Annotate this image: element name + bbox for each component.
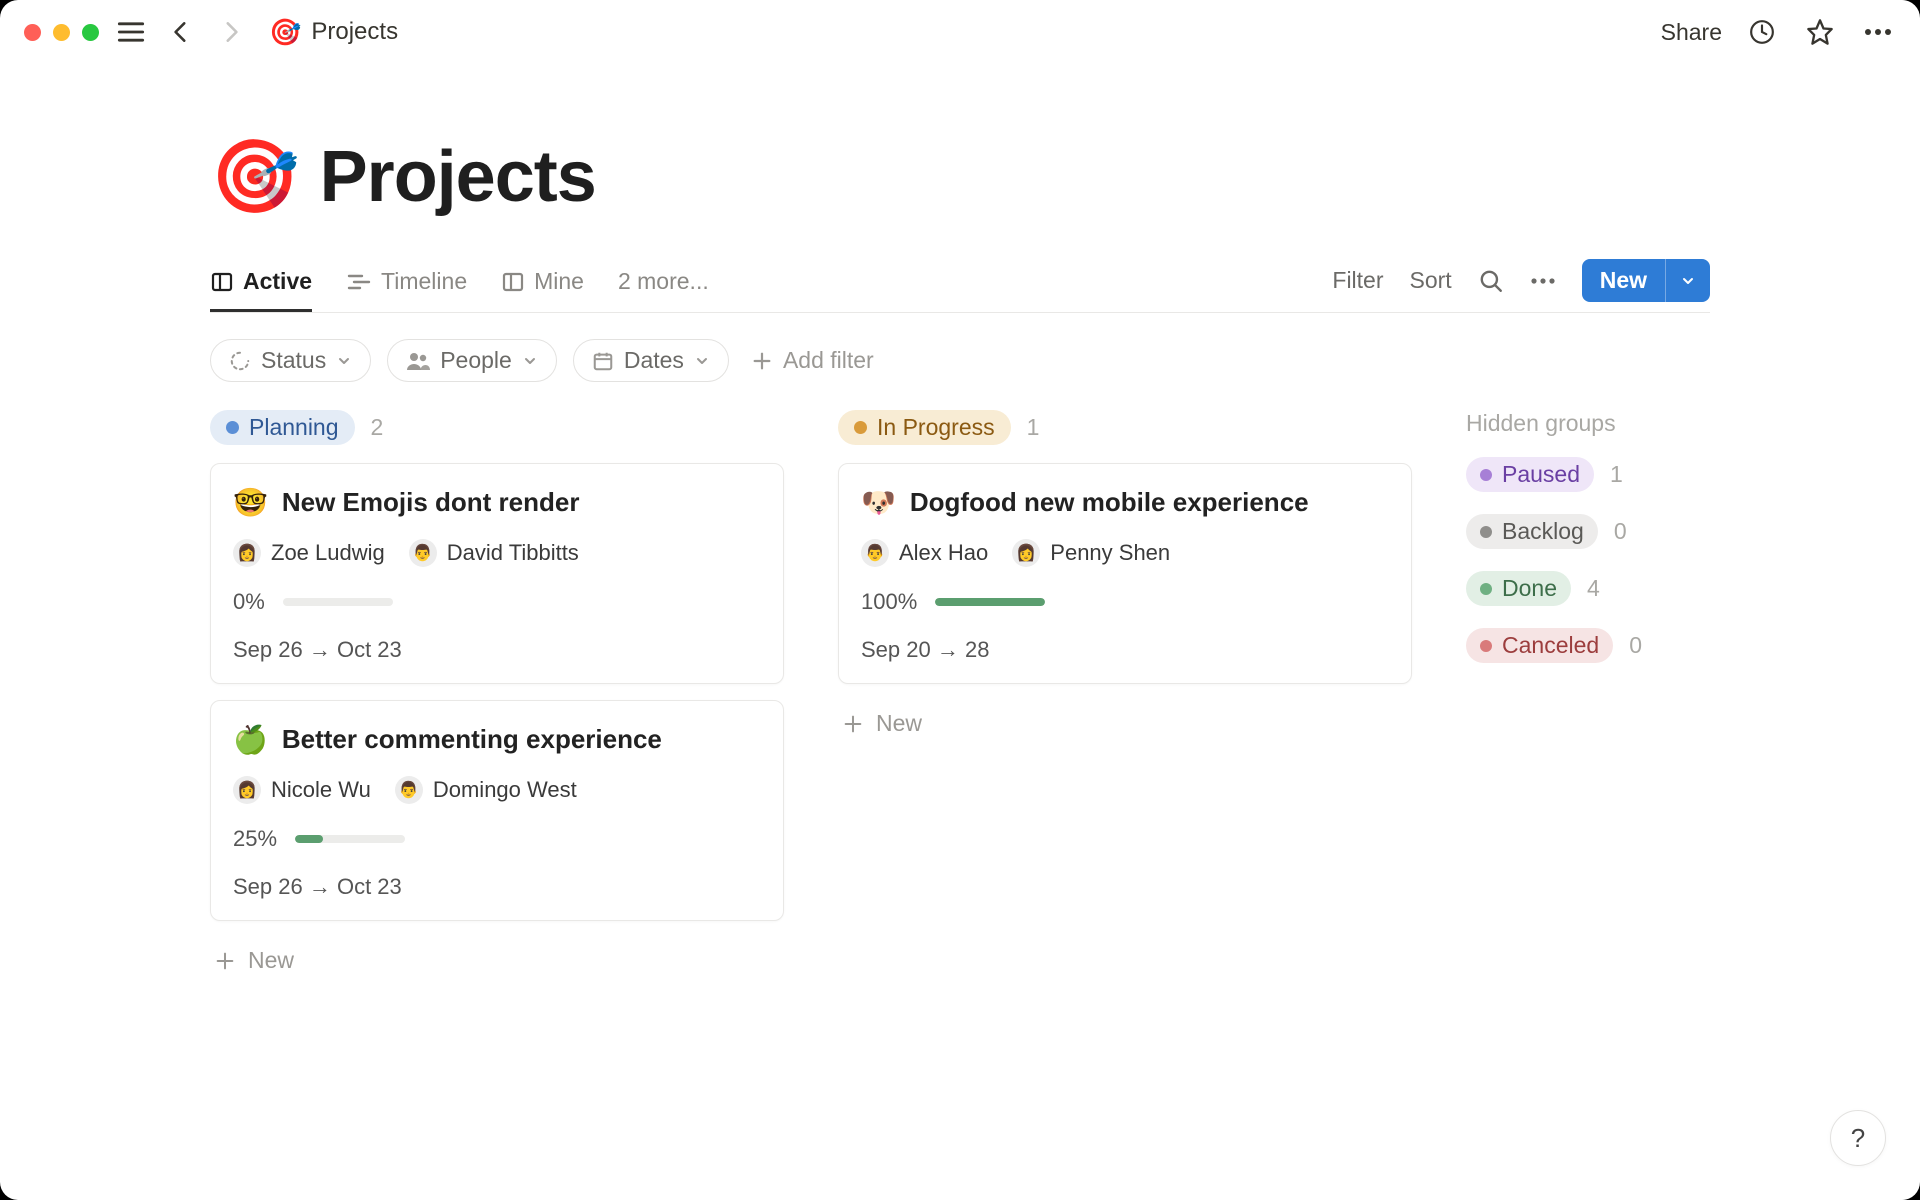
filter-chip-status[interactable]: Status <box>210 339 371 382</box>
card-title-text: Dogfood new mobile experience <box>910 487 1309 518</box>
traffic-lights <box>24 24 99 41</box>
hidden-groups: Hidden groups Paused1 Backlog0 Done4 Cancele… <box>1466 410 1706 685</box>
column-count: 2 <box>371 414 384 441</box>
hidden-group-count: 0 <box>1629 632 1642 659</box>
title-bar: 🎯 Projects Share <box>0 0 1920 64</box>
filter-button[interactable]: Filter <box>1332 267 1383 294</box>
hidden-group-item[interactable]: Done4 <box>1466 571 1706 606</box>
hidden-group-item[interactable]: Backlog0 <box>1466 514 1706 549</box>
board-card[interactable]: 🤓 New Emojis dont render 👩Zoe Ludwig 👨David… <box>210 463 784 684</box>
calendar-icon <box>592 350 614 372</box>
hidden-group-item[interactable]: Paused1 <box>1466 457 1706 492</box>
avatar: 👨 <box>395 776 423 804</box>
status-pill[interactable]: In Progress <box>838 410 1011 445</box>
avatar: 👩 <box>233 776 261 804</box>
board-column: Planning 2 🤓 New Emojis dont render 👩Zoe Lud… <box>210 410 784 984</box>
chevron-down-icon <box>522 353 538 369</box>
page-title-text[interactable]: Projects <box>320 136 596 218</box>
board-icon <box>501 270 525 294</box>
card-emoji: 🤓 <box>233 486 268 519</box>
date-range: Sep 26 → Oct 23 <box>233 637 761 663</box>
window-minimize-button[interactable] <box>53 24 70 41</box>
add-filter-label: Add filter <box>783 347 874 374</box>
share-button[interactable]: Share <box>1661 19 1722 46</box>
page-emoji[interactable]: 🎯 <box>210 134 300 219</box>
view-options-icon[interactable] <box>1530 277 1556 285</box>
board-card[interactable]: 🍏 Better commenting experience 👩Nicole Wu 👨… <box>210 700 784 921</box>
avatar: 👩 <box>1012 539 1040 567</box>
add-filter-button[interactable]: Add filter <box>751 347 874 374</box>
progress-bar <box>935 598 1045 606</box>
new-button[interactable]: New <box>1582 259 1710 302</box>
window-zoom-button[interactable] <box>82 24 99 41</box>
view-tab-timeline[interactable]: Timeline <box>346 260 467 311</box>
assignee: 👩Penny Shen <box>1012 539 1170 567</box>
card-title-text: Better commenting experience <box>282 724 662 755</box>
chevron-down-icon <box>694 353 710 369</box>
column-new-button[interactable]: New <box>838 700 1412 747</box>
breadcrumb-title: Projects <box>311 18 398 46</box>
card-title-text: New Emojis dont render <box>282 487 580 518</box>
sort-button[interactable]: Sort <box>1410 267 1452 294</box>
hidden-group-count: 4 <box>1587 575 1600 602</box>
assignee: 👩Nicole Wu <box>233 776 371 804</box>
board: Planning 2 🤓 New Emojis dont render 👩Zoe Lud… <box>210 410 1710 984</box>
page-title: 🎯 Projects <box>210 134 1710 219</box>
avatar: 👩 <box>233 539 261 567</box>
status-icon <box>229 350 251 372</box>
filters-row: Status People Dates Add filter <box>210 313 1710 410</box>
column-count: 1 <box>1027 414 1040 441</box>
back-button[interactable] <box>163 14 199 50</box>
progress-percent: 0% <box>233 589 265 615</box>
new-button-dropdown[interactable] <box>1665 259 1710 302</box>
forward-button[interactable] <box>213 14 249 50</box>
progress-percent: 100% <box>861 589 917 615</box>
breadcrumb[interactable]: 🎯 Projects <box>269 17 398 48</box>
board-column: In Progress 1 🐶 Dogfood new mobile experien… <box>838 410 1412 747</box>
views-more[interactable]: 2 more... <box>618 260 709 311</box>
favorite-icon[interactable] <box>1802 14 1838 50</box>
progress-bar <box>283 598 393 606</box>
assignee: 👩Zoe Ludwig <box>233 539 385 567</box>
progress-percent: 25% <box>233 826 277 852</box>
hidden-group-count: 1 <box>1610 461 1623 488</box>
hidden-groups-title: Hidden groups <box>1466 410 1706 437</box>
status-pill[interactable]: Planning <box>210 410 355 445</box>
views-row: Active Timeline Mine 2 more... Filter Sort… <box>210 259 1710 313</box>
assignee: 👨Domingo West <box>395 776 577 804</box>
hidden-group-count: 0 <box>1614 518 1627 545</box>
people-icon <box>406 351 430 371</box>
search-icon[interactable] <box>1478 268 1504 294</box>
breadcrumb-emoji: 🎯 <box>269 17 301 48</box>
filter-chip-people[interactable]: People <box>387 339 557 382</box>
view-tab-mine[interactable]: Mine <box>501 260 584 311</box>
date-range: Sep 26 → Oct 23 <box>233 874 761 900</box>
card-emoji: 🐶 <box>861 486 896 519</box>
avatar: 👨 <box>861 539 889 567</box>
card-emoji: 🍏 <box>233 723 268 756</box>
board-card[interactable]: 🐶 Dogfood new mobile experience 👨Alex Hao 👩… <box>838 463 1412 684</box>
timeline-icon <box>346 271 372 293</box>
view-tab-active[interactable]: Active <box>210 260 312 311</box>
column-new-button[interactable]: New <box>210 937 784 984</box>
more-icon[interactable] <box>1860 14 1896 50</box>
sidebar-toggle-icon[interactable] <box>113 14 149 50</box>
assignee: 👨Alex Hao <box>861 539 988 567</box>
window-close-button[interactable] <box>24 24 41 41</box>
updates-icon[interactable] <box>1744 14 1780 50</box>
hidden-group-item[interactable]: Canceled0 <box>1466 628 1706 663</box>
progress-bar <box>295 835 405 843</box>
assignee: 👨David Tibbitts <box>409 539 579 567</box>
new-button-label[interactable]: New <box>1582 259 1665 302</box>
date-range: Sep 20 → 28 <box>861 637 1389 663</box>
avatar: 👨 <box>409 539 437 567</box>
chevron-down-icon <box>336 353 352 369</box>
filter-chip-dates[interactable]: Dates <box>573 339 729 382</box>
help-button[interactable]: ? <box>1830 1110 1886 1166</box>
board-icon <box>210 270 234 294</box>
